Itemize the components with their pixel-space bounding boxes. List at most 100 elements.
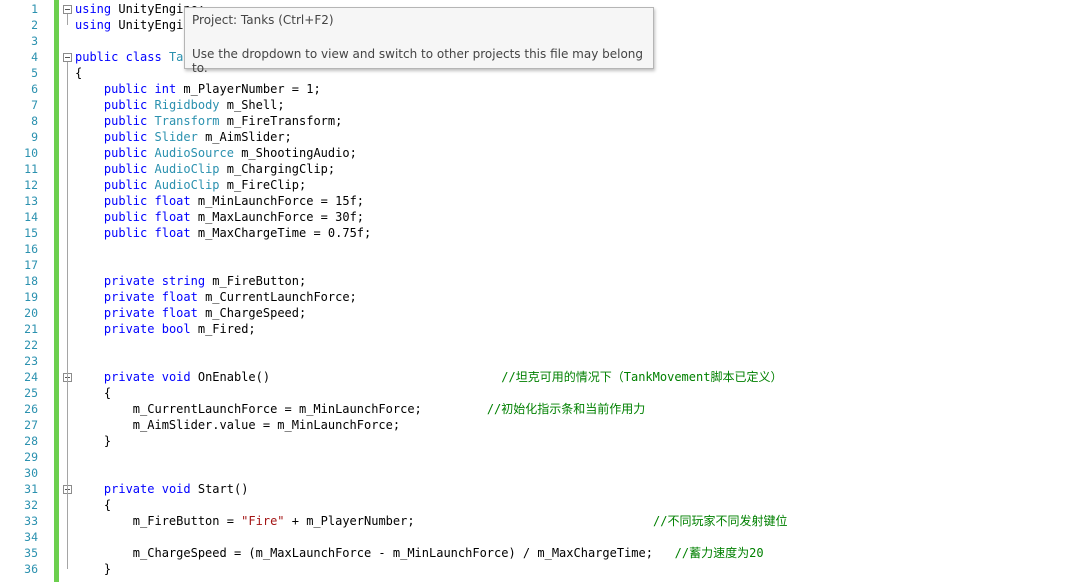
keyword-token: using <box>75 18 112 32</box>
line-number: 34 <box>24 530 38 544</box>
code-line[interactable]: } <box>75 561 111 577</box>
keyword-token: public <box>103 114 148 128</box>
line-number: 12 <box>24 178 38 192</box>
code-line[interactable]: public AudioSource m_ShootingAudio; <box>75 145 357 161</box>
code-line[interactable]: public Transform m_FireTransform; <box>75 113 342 129</box>
type-token: Slider <box>154 130 198 144</box>
code-line[interactable]: { <box>75 65 82 81</box>
code-token: m_ChargingClip; <box>219 162 336 176</box>
keyword-token: bool <box>161 322 191 336</box>
code-token: m_MaxLaunchForce = 30f; <box>190 210 365 224</box>
code-line[interactable]: } <box>75 433 111 449</box>
line-number: 23 <box>24 354 38 368</box>
code-line[interactable]: private bool m_Fired; <box>75 321 256 337</box>
line-number: 33 <box>24 514 38 528</box>
keyword-token: private <box>103 482 155 496</box>
code-line[interactable]: public Slider m_AimSlider; <box>75 129 292 145</box>
line-number: 14 <box>24 210 38 224</box>
keyword-token: public <box>103 226 148 240</box>
code-line[interactable]: m_FireButton = "Fire" + m_PlayerNumber; … <box>75 513 788 529</box>
keyword-token: float <box>154 210 191 224</box>
string-token: "Fire" <box>241 514 285 528</box>
line-number: 6 <box>31 82 38 96</box>
line-number: 31 <box>24 482 38 496</box>
code-line[interactable]: private string m_FireButton; <box>75 273 306 289</box>
keyword-token: public <box>103 146 148 160</box>
keyword-token: void <box>161 370 191 384</box>
type-token: Transform <box>154 114 220 128</box>
keyword-token: public <box>103 210 148 224</box>
project-tooltip: Project: Tanks (Ctrl+F2) Use the dropdow… <box>184 7 654 75</box>
line-number: 29 <box>24 450 38 464</box>
code-token: m_AimSlider.value = m_MinLaunchForce; <box>75 418 401 432</box>
code-line[interactable]: public float m_MaxChargeTime = 0.75f; <box>75 225 371 241</box>
code-line[interactable]: public Rigidbody m_Shell; <box>75 97 285 113</box>
code-token: m_MaxChargeTime = 0.75f; <box>190 226 372 240</box>
code-line[interactable]: m_CurrentLaunchForce = m_MinLaunchForce;… <box>75 401 645 417</box>
keyword-token: public <box>103 130 148 144</box>
code-line[interactable]: public float m_MaxLaunchForce = 30f; <box>75 209 364 225</box>
line-number: 36 <box>24 562 38 576</box>
type-token: AudioClip <box>154 162 220 176</box>
code-token: m_FireButton; <box>205 274 307 288</box>
line-number: 9 <box>31 130 38 144</box>
comment-token: //坦克可用的情况下（TankMovement脚本已定义） <box>501 370 783 384</box>
type-token: AudioSource <box>154 146 234 160</box>
keyword-token: float <box>154 226 191 240</box>
keyword-token: public <box>103 162 148 176</box>
line-number: 27 <box>24 418 38 432</box>
code-line[interactable]: private float m_ChargeSpeed; <box>75 305 306 321</box>
line-number: 2 <box>31 18 38 32</box>
line-number: 17 <box>24 258 38 272</box>
collapse-toggle-icon[interactable] <box>63 5 72 14</box>
comment-token: //初始化指示条和当前作用力 <box>486 402 646 416</box>
code-token: m_FireClip; <box>219 178 307 192</box>
line-number: 32 <box>24 498 38 512</box>
code-token: OnEnable() <box>190 370 502 384</box>
collapse-toggle-icon[interactable] <box>63 53 72 62</box>
line-number: 20 <box>24 306 38 320</box>
code-line[interactable]: public float m_MinLaunchForce = 15f; <box>75 193 364 209</box>
code-line[interactable]: public AudioClip m_ChargingClip; <box>75 161 335 177</box>
code-line[interactable]: private void OnEnable() //坦克可用的情况下（TankM… <box>75 369 783 385</box>
line-number: 13 <box>24 194 38 208</box>
code-line[interactable]: private void Start() <box>75 481 249 497</box>
line-number: 1 <box>31 2 38 16</box>
code-line[interactable]: m_ChargeSpeed = (m_MaxLaunchForce - m_Mi… <box>75 545 764 561</box>
line-number: 35 <box>24 546 38 560</box>
code-token: { <box>75 66 83 80</box>
line-number: 10 <box>24 146 38 160</box>
code-line[interactable]: public int m_PlayerNumber = 1; <box>75 81 321 97</box>
line-number: 15 <box>24 226 38 240</box>
keyword-token: public <box>103 194 148 208</box>
keyword-token: private <box>103 274 155 288</box>
line-number: 26 <box>24 402 38 416</box>
code-editor[interactable]: 1 2 3 4 5 6 7 8 9 10 11 12 13 14 15 16 17 18 19 20 21 22 23 24 2… <box>0 0 1076 582</box>
tooltip-title: Project: Tanks (Ctrl+F2) <box>192 13 334 27</box>
line-number: 25 <box>24 386 38 400</box>
code-line[interactable]: { <box>75 385 111 401</box>
code-line[interactable]: private float m_CurrentLaunchForce; <box>75 289 357 305</box>
line-number: 22 <box>24 338 38 352</box>
code-token: m_AimSlider; <box>197 130 292 144</box>
code-line[interactable]: m_AimSlider.value = m_MinLaunchForce; <box>75 417 400 433</box>
code-line[interactable]: { <box>75 497 111 513</box>
code-line[interactable]: public AudioClip m_FireClip; <box>75 177 306 193</box>
keyword-token: public <box>75 50 119 64</box>
